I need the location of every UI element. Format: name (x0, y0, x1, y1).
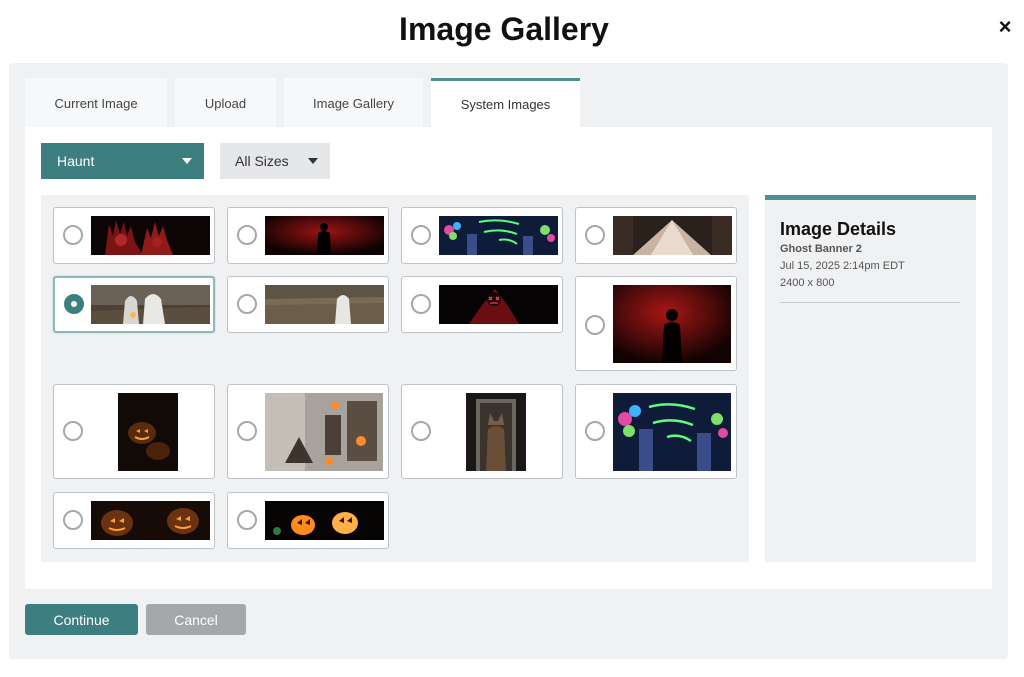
modal-title: Image Gallery (399, 11, 609, 47)
image-card[interactable] (401, 276, 563, 333)
radio-button[interactable] (585, 315, 605, 335)
radio-button[interactable] (237, 421, 257, 441)
neon-graffiti-thumbnail (613, 393, 731, 471)
radio-button-checked[interactable] (64, 294, 84, 314)
cancel-button[interactable]: Cancel (146, 604, 246, 635)
image-card[interactable] (227, 207, 389, 264)
radio-button[interactable] (411, 421, 431, 441)
radio-button[interactable] (237, 225, 257, 245)
radio-button[interactable] (63, 225, 83, 245)
image-card[interactable] (53, 492, 215, 549)
red-smoke-figure-thumbnail (613, 285, 731, 363)
tunnel-light-thumbnail (613, 216, 732, 255)
radio-button[interactable] (411, 225, 431, 245)
system-images-panel: Haunt All Sizes Image Details Ghost Bann… (25, 127, 992, 589)
chevron-down-icon (182, 158, 192, 164)
tab-label: Upload (204, 95, 247, 111)
neon-graffiti-thumbnail (439, 216, 558, 255)
image-details-panel: Image Details Ghost Banner 2 Jul 15, 202… (765, 195, 976, 562)
tab-label: Current Image (54, 95, 138, 111)
radio-button[interactable] (63, 510, 83, 530)
image-card[interactable] (575, 384, 737, 479)
details-date: Jul 15, 2025 2:14pm EDT (780, 260, 905, 272)
ghost-lantern-thumbnail (91, 285, 210, 324)
continue-button[interactable]: Continue (25, 604, 138, 635)
tab-system-images[interactable]: System Images (431, 78, 580, 128)
tab-image-gallery[interactable]: Image Gallery (284, 78, 423, 128)
image-card-selected[interactable] (53, 276, 215, 333)
tab-label: Image Gallery (313, 95, 394, 111)
category-dropdown[interactable]: Haunt (41, 143, 204, 179)
details-image-name: Ghost Banner 2 (780, 243, 862, 255)
image-card[interactable] (227, 492, 389, 549)
red-smoke-figure-thumbnail (265, 216, 384, 255)
radio-button[interactable] (237, 510, 257, 530)
image-card[interactable] (227, 276, 389, 333)
jack-o-lantern-thumbnail (91, 501, 210, 540)
size-dropdown[interactable]: All Sizes (220, 143, 330, 179)
neon-mask-thumbnail (439, 285, 558, 324)
image-card[interactable] (227, 384, 389, 479)
size-dropdown-value: All Sizes (235, 153, 289, 169)
radio-button[interactable] (63, 421, 83, 441)
image-grid (41, 195, 749, 562)
ghost-field-thumbnail (265, 285, 384, 324)
haunted-scene-thumbnail (265, 393, 383, 471)
tab-current-image[interactable]: Current Image (25, 78, 167, 128)
image-card[interactable] (53, 384, 215, 479)
image-card[interactable] (53, 207, 215, 264)
werewolf-thumbnail (466, 393, 526, 471)
radio-button[interactable] (585, 421, 605, 441)
modal-body: Current Image Upload Image Gallery Syste… (9, 63, 1008, 659)
image-card[interactable] (401, 384, 563, 479)
tab-upload[interactable]: Upload (175, 78, 276, 128)
image-card[interactable] (401, 207, 563, 264)
image-card[interactable] (575, 276, 737, 371)
tab-label: System Images (460, 97, 551, 112)
bloody-hands-thumbnail (91, 216, 210, 255)
radio-button[interactable] (237, 294, 257, 314)
jack-o-lantern-thumbnail (265, 501, 384, 540)
radio-button[interactable] (585, 225, 605, 245)
details-title: Image Details (780, 219, 897, 239)
close-icon[interactable]: × (994, 14, 1016, 40)
image-card[interactable] (575, 207, 737, 264)
category-dropdown-value: Haunt (57, 153, 95, 169)
details-divider (780, 302, 960, 303)
details-dimensions: 2400 x 800 (780, 277, 835, 289)
jack-o-lantern-thumbnail (118, 393, 178, 471)
chevron-down-icon (308, 158, 318, 164)
radio-button[interactable] (411, 294, 431, 314)
